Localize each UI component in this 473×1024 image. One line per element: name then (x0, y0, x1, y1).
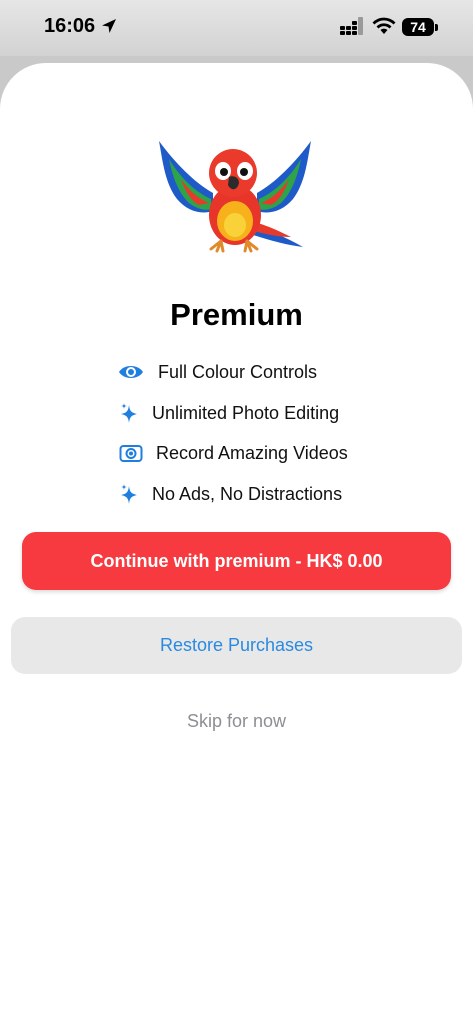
status-time: 16:06 (44, 15, 96, 37)
sparkles-icon (116, 481, 142, 507)
battery-indicator: 74 (402, 18, 434, 36)
continue-premium-button[interactable]: Continue with premium - HK$ 0.00 (22, 532, 451, 590)
location-arrow-icon (102, 19, 116, 33)
battery-level: 74 (410, 19, 426, 35)
record-camera-icon (118, 440, 144, 466)
feature-item: Unlimited Photo Editing (116, 400, 339, 426)
eye-icon (118, 359, 144, 385)
paywall-title: Premium (170, 297, 303, 332)
battery-nub (435, 24, 438, 31)
wifi-icon (372, 17, 396, 34)
feature-item: Record Amazing Videos (118, 440, 348, 466)
feature-item: Full Colour Controls (118, 359, 317, 385)
feature-label: No Ads, No Distractions (152, 483, 343, 504)
skip-for-now-link[interactable]: Skip for now (0, 711, 473, 732)
status-bar: 16:06 74 (0, 0, 473, 56)
parrot-mascot-icon (159, 141, 311, 253)
feature-item: No Ads, No Distractions (116, 481, 342, 507)
feature-label: Record Amazing Videos (156, 442, 348, 463)
paywall-sheet: Premium Full Colour Controls Unlimited P… (0, 63, 473, 1024)
sparkles-icon (116, 400, 142, 426)
feature-label: Full Colour Controls (158, 361, 318, 382)
feature-label: Unlimited Photo Editing (152, 402, 340, 423)
restore-purchases-button[interactable]: Restore Purchases (11, 617, 462, 674)
cellular-signal-icon (340, 17, 363, 35)
